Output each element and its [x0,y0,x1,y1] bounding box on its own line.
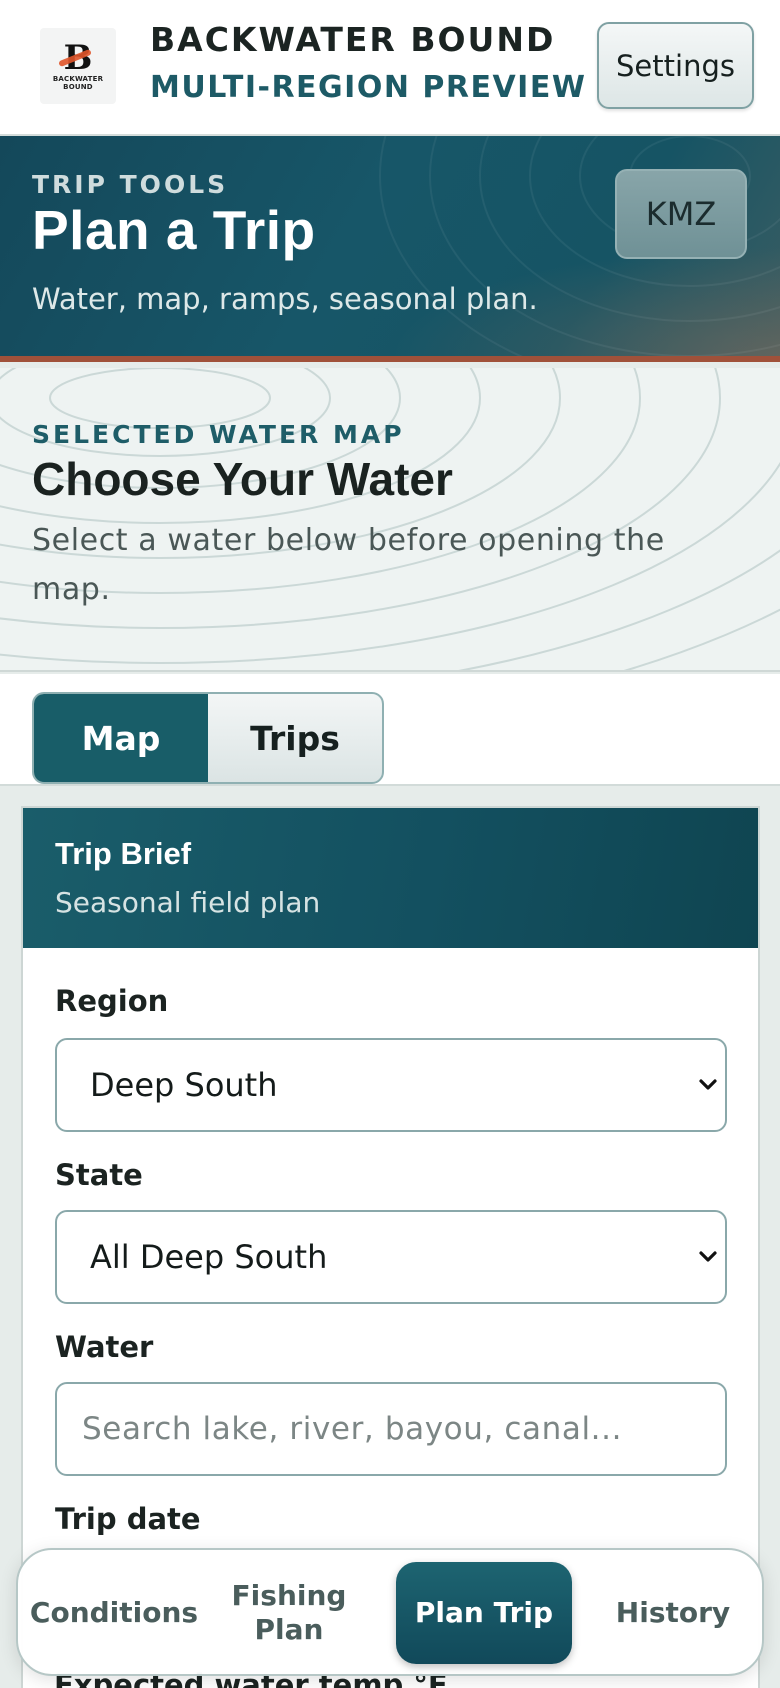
trip-date-label: Trip date [55,1502,201,1536]
nav-fishing-plan[interactable]: Fishing Plan [214,1562,364,1664]
region-value: Deep South [90,1066,278,1104]
region-label: Region [55,984,169,1018]
water-description: Select a water below before opening the … [32,523,665,607]
trip-tools-hero: TRIP TOOLS Plan a Trip Water, map, ramps… [0,136,780,362]
nav-conditions[interactable]: Conditions [28,1562,200,1664]
logo-mark: B [63,38,93,78]
brand-subtitle: MULTI-REGION PREVIEW [150,70,587,105]
hero-eyebrow: TRIP TOOLS [32,170,229,199]
kmz-button[interactable]: KMZ [615,169,747,259]
water-search-input[interactable] [55,1382,727,1476]
app-header: B BACKWATER BOUND BACKWATER BOUND MULTI-… [0,0,780,136]
hero-subtitle: Water, map, ramps, seasonal plan. [32,282,538,316]
trip-brief-header: Trip Brief Seasonal field plan [23,808,758,948]
tab-map[interactable]: Map [34,694,208,782]
tab-trips[interactable]: Trips [208,694,382,782]
chevron-down-icon [699,1251,717,1262]
view-tab-row: Map Trips [0,674,780,786]
state-label: State [55,1158,143,1192]
brand-title: BACKWATER BOUND [150,20,556,59]
water-title: Choose Your Water [32,453,453,505]
chevron-down-icon [699,1079,717,1090]
view-segmented-control: Map Trips [32,692,384,784]
bottom-nav: Conditions Fishing Plan Plan Trip Histor… [16,1548,764,1676]
nav-plan-trip[interactable]: Plan Trip [396,1562,572,1664]
settings-button[interactable]: Settings [597,22,754,109]
selected-water-map: SELECTED WATER MAP Choose Your Water Sel… [0,368,780,672]
state-value: All Deep South [90,1238,328,1276]
nav-history[interactable]: History [590,1562,756,1664]
water-label: Water [55,1330,154,1364]
page-title: Plan a Trip [32,199,316,261]
brand-logo: B BACKWATER BOUND [40,28,116,104]
water-eyebrow: SELECTED WATER MAP [32,420,405,449]
region-select[interactable]: Deep South [55,1038,727,1132]
state-select[interactable]: All Deep South [55,1210,727,1304]
trip-brief-title: Trip Brief [55,836,192,871]
trip-brief-subtitle: Seasonal field plan [55,886,321,919]
